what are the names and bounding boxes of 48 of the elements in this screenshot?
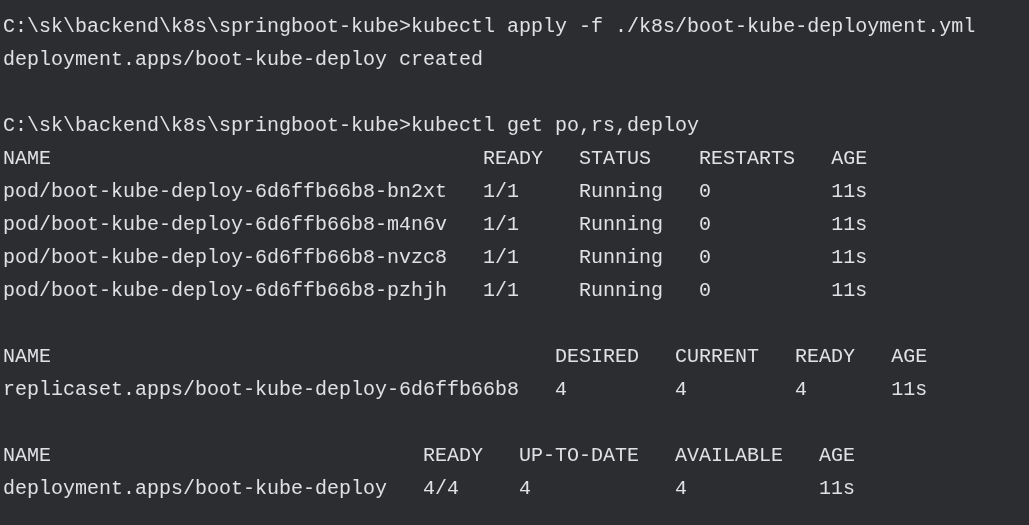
table-cell-text: 1/1: [483, 245, 521, 271]
column-header: READY: [423, 443, 485, 469]
column-header: READY: [483, 146, 545, 172]
table-cell-text: 11s: [831, 179, 868, 205]
table-cell-text: pod/boot-kube-deploy-6d6ffb66b8-m4n6v: [3, 212, 449, 238]
table-cell-text: 0: [699, 179, 713, 205]
table-cell-text: 11s: [819, 476, 856, 502]
column-header: NAME: [3, 344, 52, 370]
column-header: NAME: [3, 146, 52, 172]
table-cell-text: 0: [699, 245, 713, 271]
table-cell-text: 4: [519, 476, 533, 502]
column-header: NAME: [3, 443, 52, 469]
table-cell-text: 0: [699, 278, 713, 304]
table-cell-text: 11s: [891, 377, 928, 403]
table-cell-text: replicaset.apps/boot-kube-deploy-6d6ffb66b8: [3, 377, 521, 403]
output-line: deployment.apps/boot-kube-deploy created: [3, 47, 484, 73]
table-cell-text: 1/1: [483, 278, 521, 304]
column-header: UP-TO-DATE: [519, 443, 641, 469]
column-header: CURRENT: [675, 344, 761, 370]
table-cell-text: 4: [555, 377, 569, 403]
table-cell-text: 0: [699, 212, 713, 238]
table-cell-text: pod/boot-kube-deploy-6d6ffb66b8-nvzc8: [3, 245, 449, 271]
column-header: AGE: [831, 146, 868, 172]
table-cell-text: Running: [579, 245, 665, 271]
table-cell-text: 1/1: [483, 212, 521, 238]
table-cell-text: Running: [579, 179, 665, 205]
table-cell-text: 11s: [831, 212, 868, 238]
table-cell-text: Running: [579, 278, 665, 304]
table-cell-text: 11s: [831, 278, 868, 304]
table-cell-text: pod/boot-kube-deploy-6d6ffb66b8-bn2xt: [3, 179, 449, 205]
table-cell-text: 4/4: [423, 476, 461, 502]
table-cell-text: pod/boot-kube-deploy-6d6ffb66b8-pzhjh: [3, 278, 449, 304]
command-line: C:\sk\backend\k8s\springboot-kube>kubectl get po,rs,deploy: [3, 113, 700, 139]
table-cell-text: 11s: [831, 245, 868, 271]
command-line: C:\sk\backend\k8s\springboot-kube>kubectl apply -f ./k8s/boot-kube-deployment.yml: [3, 14, 976, 40]
table-cell-text: 4: [675, 377, 689, 403]
table-cell-text: deployment.apps/boot-kube-deploy: [3, 476, 389, 502]
column-header: AGE: [891, 344, 928, 370]
column-header: RESTARTS: [699, 146, 797, 172]
column-header: READY: [795, 344, 857, 370]
column-header: STATUS: [579, 146, 653, 172]
table-cell-text: 4: [675, 476, 689, 502]
column-header: AGE: [819, 443, 856, 469]
table-cell-text: 1/1: [483, 179, 521, 205]
column-header: AVAILABLE: [675, 443, 785, 469]
column-header: DESIRED: [555, 344, 641, 370]
table-cell-text: Running: [579, 212, 665, 238]
table-cell-text: 4: [795, 377, 809, 403]
